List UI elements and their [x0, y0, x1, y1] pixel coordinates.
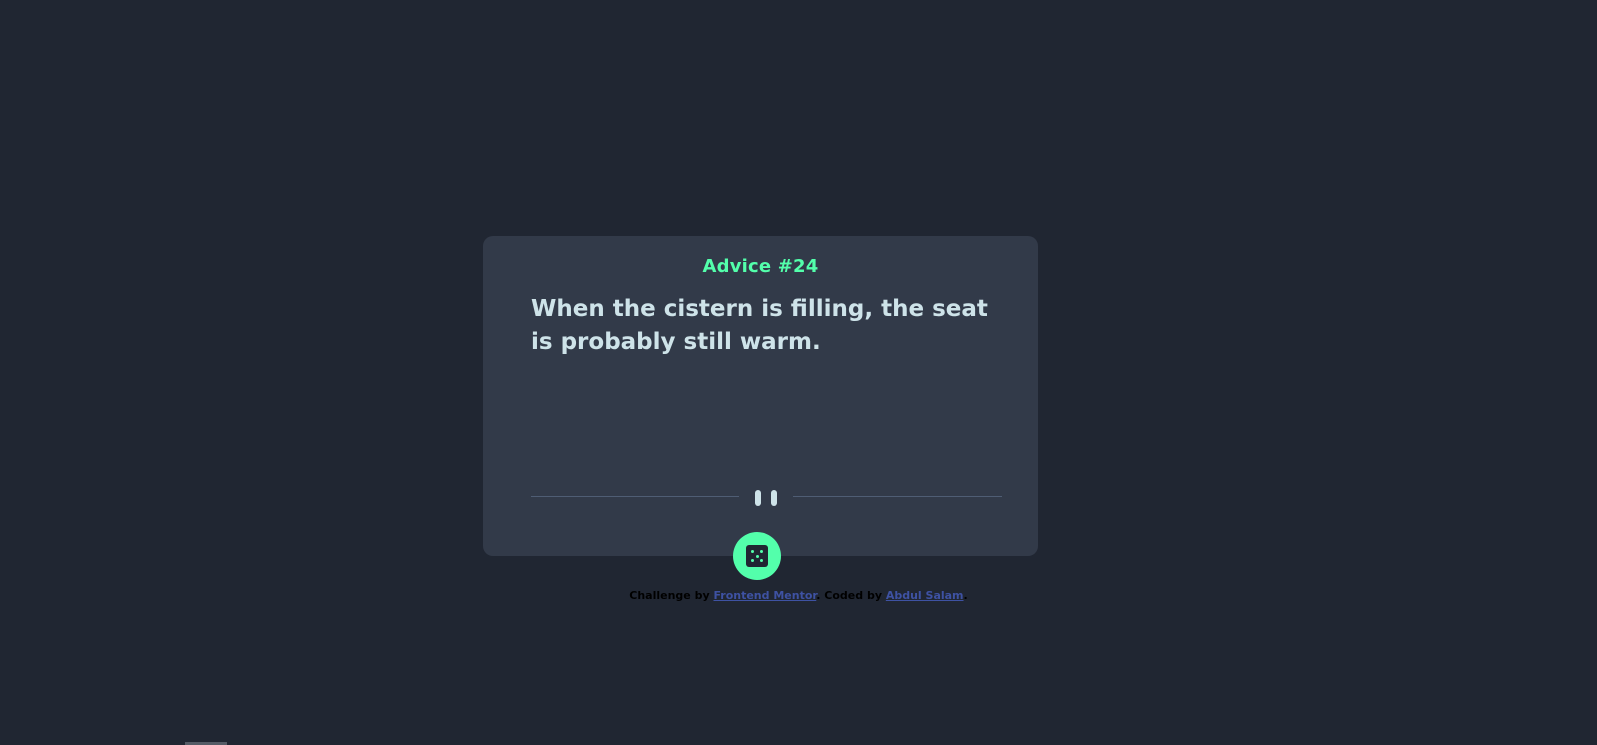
pause-bar-right	[771, 490, 777, 506]
attribution: Challenge by Frontend Mentor. Coded by A…	[0, 589, 1597, 602]
new-advice-button[interactable]	[733, 532, 781, 580]
author-link[interactable]: Abdul Salam	[886, 589, 964, 602]
divider-line-right	[793, 496, 1002, 497]
pause-icon	[755, 490, 777, 506]
divider	[531, 490, 1002, 506]
pause-bar-left	[755, 490, 761, 506]
divider-line-left	[531, 496, 739, 497]
attribution-middle: . Coded by	[816, 589, 886, 602]
frontend-mentor-link[interactable]: Frontend Mentor	[713, 589, 816, 602]
attribution-prefix: Challenge by	[629, 589, 714, 602]
advice-card: Advice #24 When the cistern is filling, …	[483, 236, 1038, 556]
advice-quote: When the cistern is filling, the seat is…	[531, 296, 988, 355]
attribution-suffix: .	[963, 589, 968, 602]
dice-icon	[746, 545, 768, 567]
advice-number: Advice #24	[702, 256, 819, 277]
